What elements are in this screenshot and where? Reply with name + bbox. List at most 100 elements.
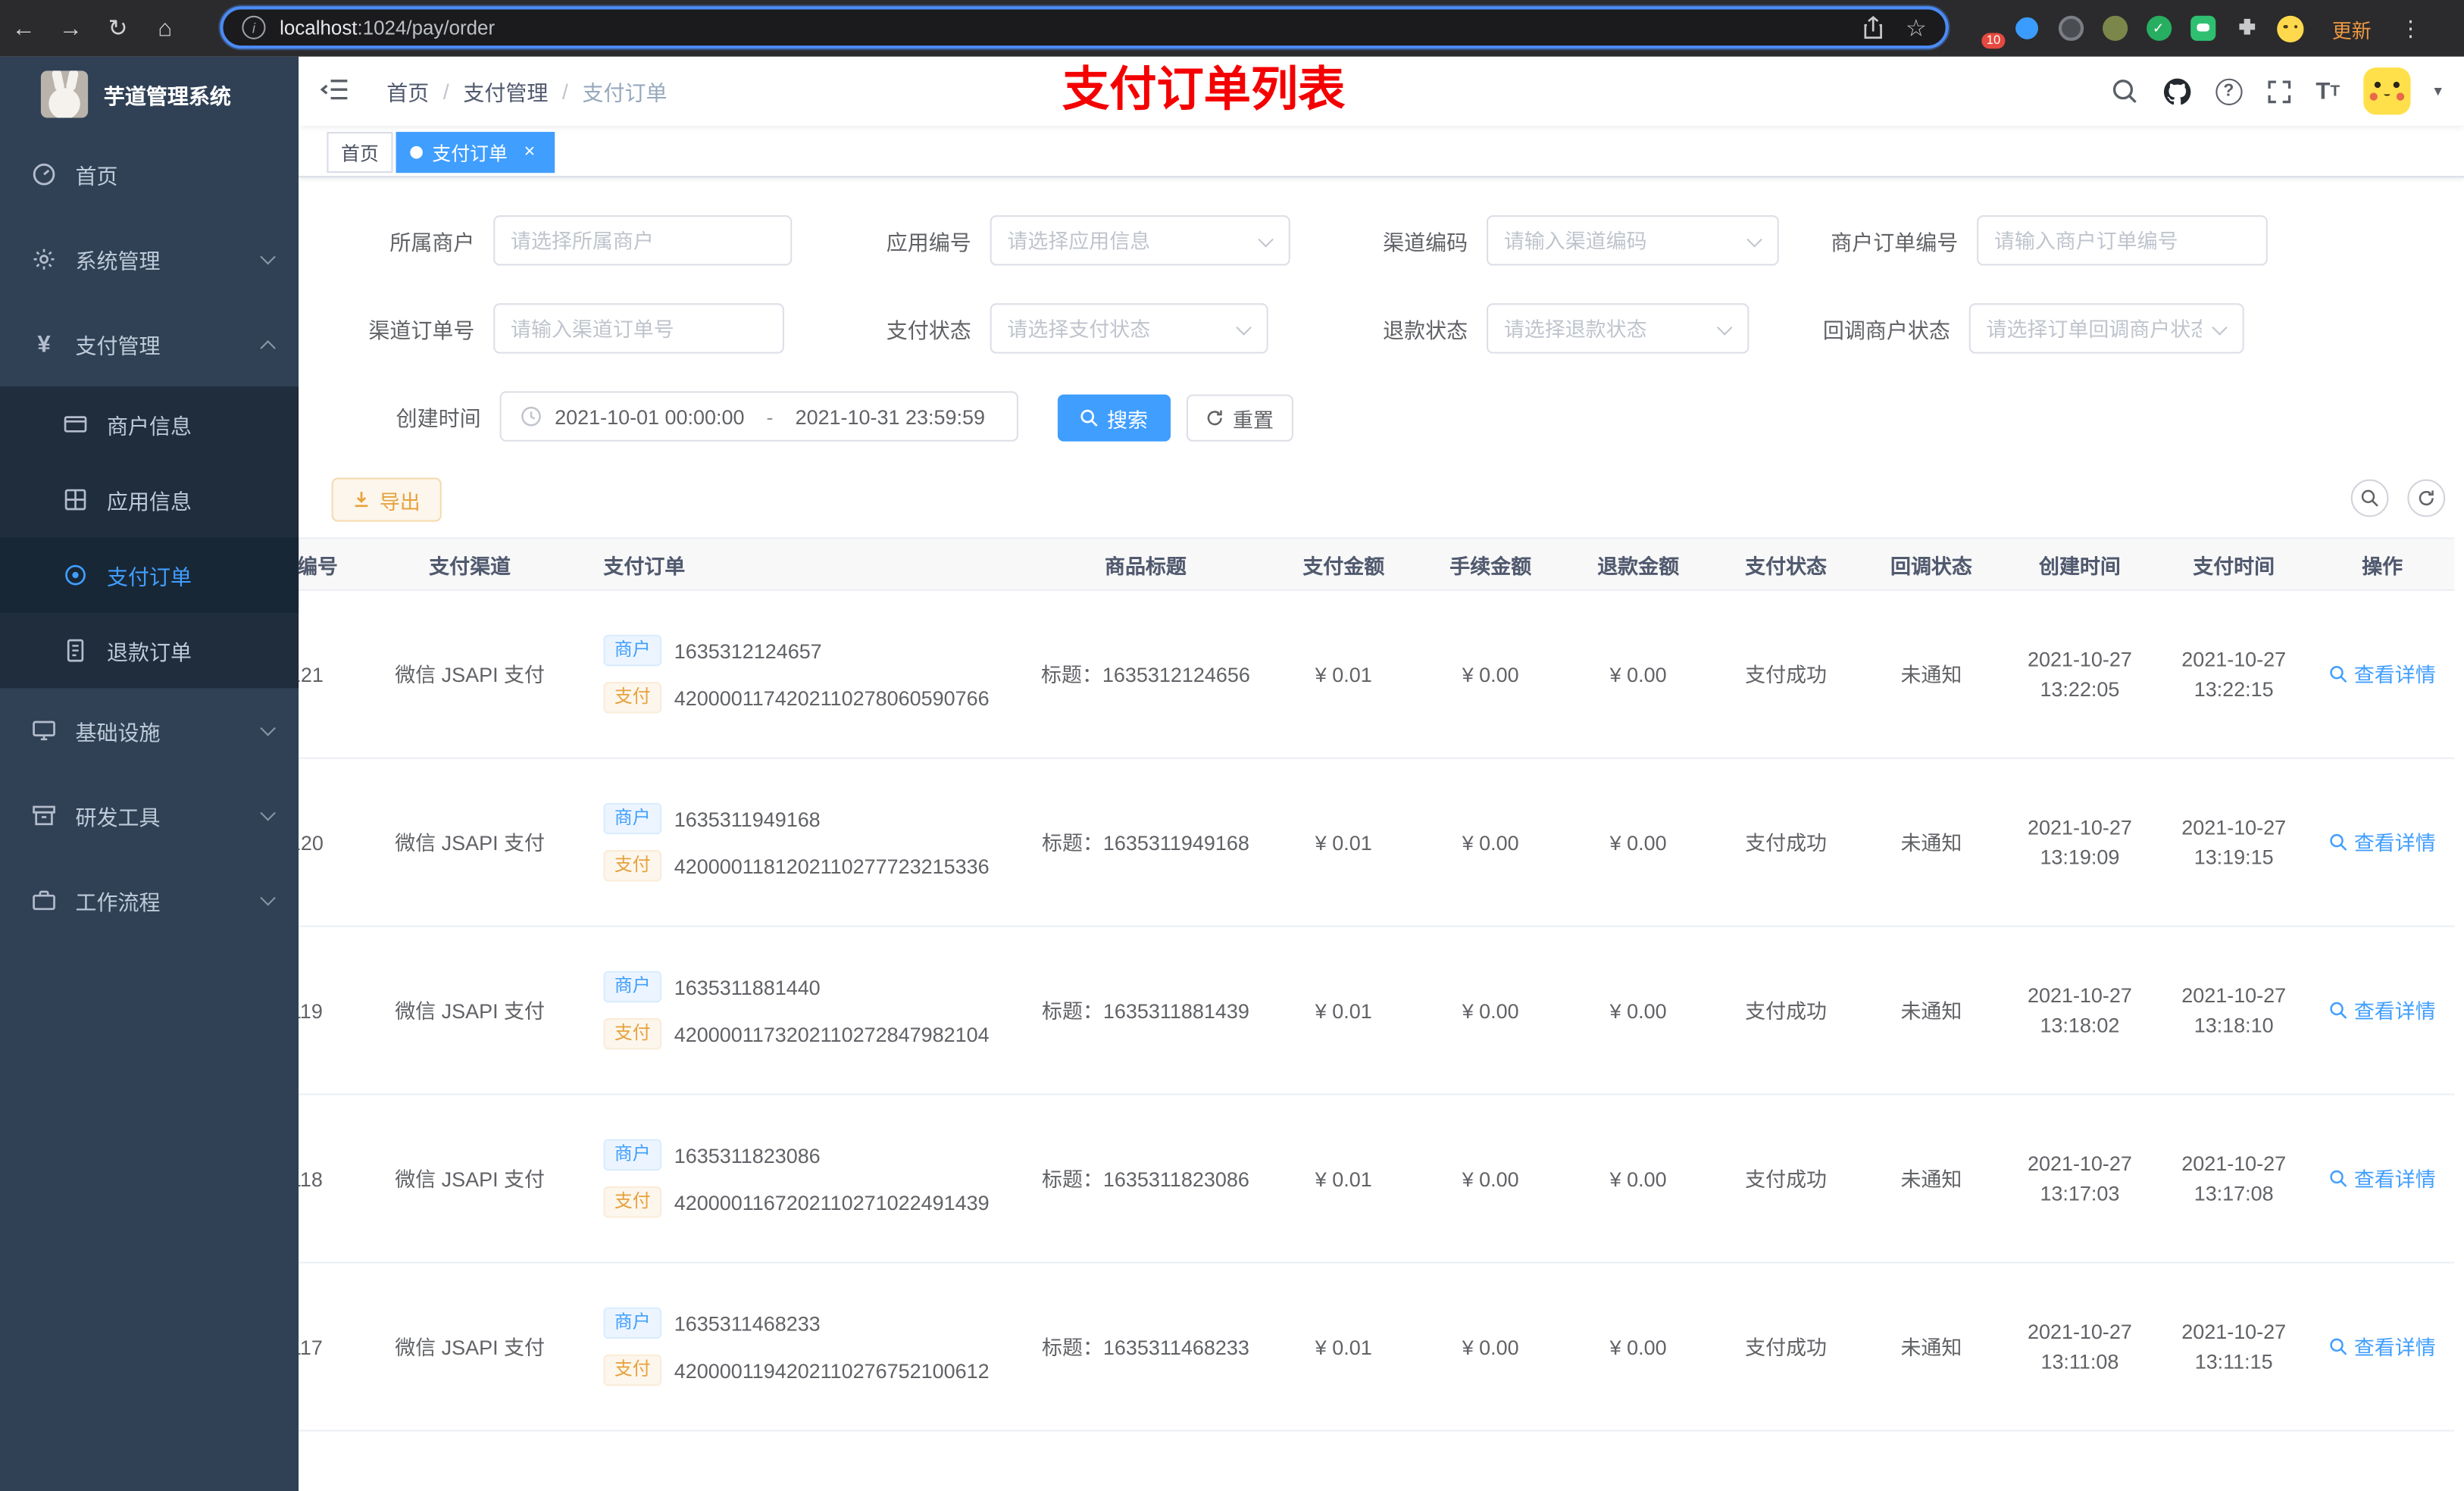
update-button[interactable]: 更新	[2321, 8, 2382, 48]
extension-icon-green-chat[interactable]	[2189, 15, 2215, 42]
sidebar-item-label: 工作流程	[75, 890, 161, 915]
monitor-icon	[31, 718, 56, 743]
github-icon[interactable]	[2162, 77, 2191, 106]
avatar-dropdown-icon[interactable]: ▾	[2434, 83, 2442, 100]
sidebar-item-system[interactable]: 系统管理	[0, 217, 299, 302]
view-detail-link[interactable]: 查看详情	[2310, 1096, 2455, 1262]
url-path: :1024/pay/order	[357, 16, 496, 39]
breadcrumb-home[interactable]: 首页	[386, 76, 429, 107]
bookmark-star-icon[interactable]: ☆	[1906, 14, 1927, 42]
filter-label: 退款状态	[1383, 319, 1468, 343]
table-row: 121 微信 JSAPI 支付 商户 1635312124657 支付 420000…	[299, 591, 2455, 759]
merchant-select[interactable]	[495, 217, 791, 264]
cell-order: 商户 1635311949168 支付 4200001181202110277723…	[572, 759, 1020, 926]
create-time-range[interactable]: 2021-10-01 00:00:00 - 2021-10-31 23:59:5…	[499, 391, 1018, 442]
pay-tag: 支付	[603, 850, 662, 882]
cell-title: 标题：1635311949168	[1042, 830, 1249, 855]
tags-view-bar: 首页 支付订单 ×	[299, 125, 2464, 178]
cell-create-time: 2021-10-27 13:18:02	[2027, 983, 2132, 1037]
sidebar-item-pay-order[interactable]: 支付订单	[0, 537, 299, 613]
filter-label: 创建时间	[396, 407, 481, 431]
pay-status-select[interactable]	[991, 305, 1267, 352]
sidebar-logo[interactable]: 芋道管理系统	[0, 57, 299, 133]
merchant-tag: 商户	[603, 1139, 662, 1171]
chevron-down-icon	[260, 248, 276, 265]
share-icon[interactable]	[1862, 15, 1884, 40]
sidebar-item-label: 退款订单	[107, 641, 192, 665]
col-header-create-time: 创建时间	[2038, 554, 2121, 578]
chevron-down-icon	[260, 805, 276, 821]
view-detail-link[interactable]: 查看详情	[2310, 927, 2455, 1094]
sidebar-item-payment[interactable]: ¥ 支付管理	[0, 302, 299, 386]
download-icon	[355, 492, 369, 508]
search-icon[interactable]	[2110, 77, 2138, 105]
toggle-search-button[interactable]	[2350, 479, 2389, 517]
search-button[interactable]: 搜索	[1057, 394, 1171, 442]
cell-order: 商户 1635312124657 支付 4200001174202110278060…	[572, 591, 1020, 758]
extension-icon-green-check[interactable]: ✓	[2145, 15, 2172, 42]
browser-menu-icon[interactable]: ⋮	[2400, 15, 2422, 42]
channel-order-no-input[interactable]	[495, 305, 783, 352]
app-id-select[interactable]	[991, 217, 1289, 264]
sidebar-item-refund-order[interactable]: 退款订单	[0, 613, 299, 689]
refresh-table-button[interactable]	[2407, 479, 2446, 517]
merchant-tag: 商户	[603, 802, 662, 835]
date-start: 2021-10-01 00:00:00	[555, 405, 745, 429]
pay-order-no: 4200001173202110272847982104	[674, 1022, 990, 1046]
sidebar-item-label: 系统管理	[75, 249, 161, 274]
extension-icon-olive-circle[interactable]	[2101, 15, 2128, 42]
notify-status-select[interactable]	[1970, 305, 2243, 352]
tab-home[interactable]: 首页	[327, 132, 393, 173]
view-detail-link[interactable]: 查看详情	[2310, 759, 2455, 926]
extensions-puzzle-icon[interactable]	[2233, 15, 2259, 42]
sidebar-item-dev-tools[interactable]: 研发工具	[0, 773, 299, 858]
close-icon[interactable]: ×	[518, 141, 540, 164]
app-header: 首页 / 支付管理 / 支付订单 支付订单列表 ? TT ▾	[299, 56, 2464, 126]
forward-icon[interactable]: →	[47, 15, 94, 42]
col-header-actions: 操作	[2362, 554, 2403, 578]
url-bar[interactable]: i localhost :1024/pay/order ☆	[220, 6, 1949, 49]
view-detail-link[interactable]: 查看详情	[2310, 1263, 2455, 1430]
help-icon[interactable]: ?	[2215, 77, 2242, 105]
chevron-down-icon	[260, 720, 276, 736]
reset-button[interactable]: 重置	[1186, 394, 1293, 442]
info-icon[interactable]: i	[242, 15, 266, 39]
cell-fee: ¥ 0.00	[1462, 830, 1519, 855]
sidebar-item-label: 基础设施	[75, 720, 161, 746]
font-size-icon[interactable]: TT	[2315, 78, 2340, 105]
gear-icon	[31, 247, 56, 272]
extension-icon-drop[interactable]	[2010, 12, 2042, 44]
sidebar-item-workflow[interactable]: 工作流程	[0, 858, 299, 942]
back-icon[interactable]: ←	[0, 15, 47, 42]
sidebar-item-merchant-info[interactable]: 商户信息	[0, 386, 299, 462]
fullscreen-icon[interactable]	[2265, 78, 2292, 105]
chevron-up-icon	[260, 339, 276, 355]
home-icon[interactable]: ⌂	[142, 15, 189, 42]
dashboard-icon	[31, 162, 56, 187]
extension-icon-colorful[interactable]: 10	[1969, 15, 2006, 48]
refund-status-select[interactable]	[1488, 305, 1748, 352]
cell-id: 120	[299, 830, 324, 855]
user-avatar[interactable]	[2363, 67, 2411, 115]
cell-title: 标题：1635311881439	[1042, 999, 1249, 1023]
sidebar-item-label: 应用信息	[107, 490, 192, 514]
reload-icon[interactable]: ↻	[94, 14, 141, 42]
view-detail-link[interactable]: 查看详情	[2310, 591, 2455, 758]
cell-pay-time: 2021-10-27 13:11:15	[2181, 1320, 2287, 1374]
cell-amount: ¥ 0.01	[1315, 830, 1372, 855]
merchant-order-no-input[interactable]	[1978, 217, 2266, 264]
cell-refund: ¥ 0.00	[1609, 1334, 1667, 1358]
export-button[interactable]: 导出	[331, 477, 442, 522]
tab-pay-order[interactable]: 支付订单 ×	[396, 132, 555, 173]
cell-refund: ¥ 0.00	[1609, 662, 1667, 686]
channel-code-select[interactable]	[1488, 217, 1778, 264]
sidebar-item-infrastructure[interactable]: 基础设施	[0, 688, 299, 773]
sidebar-item-app-info[interactable]: 应用信息	[0, 462, 299, 538]
breadcrumb-payment[interactable]: 支付管理	[463, 76, 548, 107]
extension-icon-dark-circle[interactable]	[2057, 15, 2084, 42]
payment-submenu: 商户信息 应用信息 支付订单 退款订单	[0, 386, 299, 689]
sidebar-collapse-icon[interactable]	[321, 77, 349, 102]
profile-avatar-icon[interactable]	[2277, 14, 2304, 42]
sidebar-item-home[interactable]: 首页	[0, 132, 299, 217]
cell-id: 119	[299, 999, 323, 1023]
